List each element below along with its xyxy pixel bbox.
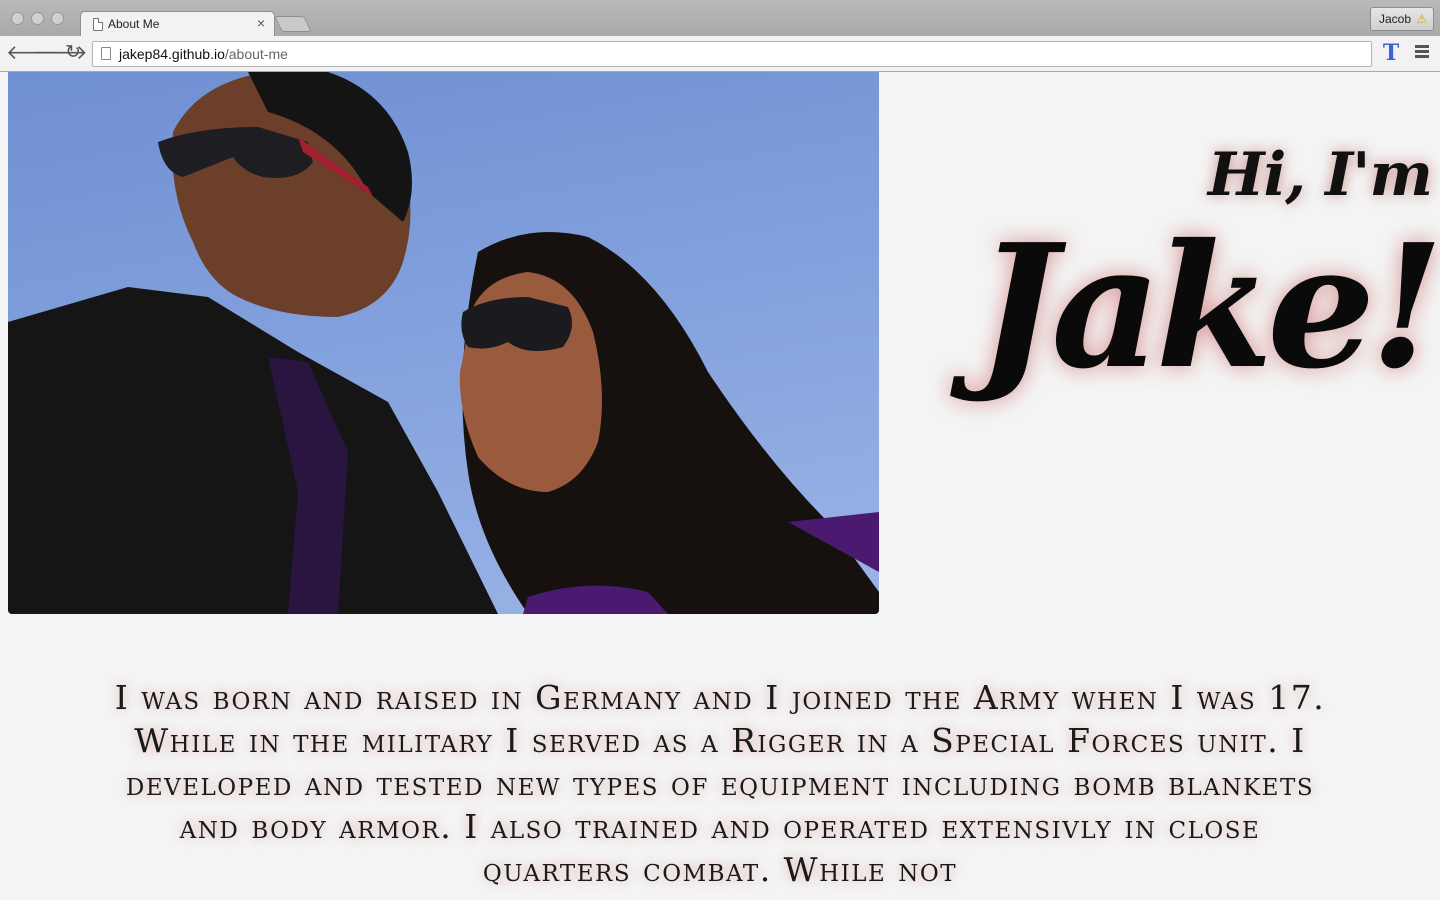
selfie-photo [8, 72, 879, 614]
forward-arrow-icon[interactable]: 🡒 [34, 41, 88, 65]
extension-icon[interactable]: T [1380, 41, 1402, 65]
minimize-window-button[interactable] [31, 12, 44, 25]
bio-paragraph: I was born and raised in Germany and I j… [114, 678, 1326, 889]
reload-icon[interactable]: ↻ [62, 41, 84, 65]
url-path: /about-me [224, 46, 288, 62]
page-content: Hi, I'm Jake! I was born and raised in G… [0, 72, 1440, 900]
tab-close-icon[interactable]: × [257, 15, 265, 31]
zoom-window-button[interactable] [51, 12, 64, 25]
menu-icon[interactable] [1412, 43, 1432, 63]
url-host: jakep84.github.io [119, 46, 225, 62]
profile-button[interactable]: Jacob ⚠ [1370, 7, 1434, 31]
back-arrow-icon[interactable]: 🡐 [6, 41, 60, 65]
tab-strip: About Me × Jacob ⚠ [0, 0, 1440, 37]
tab-about-me[interactable]: About Me × [80, 11, 275, 37]
page-icon [93, 18, 103, 31]
address-bar[interactable]: jakep84.github.io/about-me [92, 41, 1372, 67]
close-window-button[interactable] [11, 12, 24, 25]
profile-name: Jacob [1379, 12, 1412, 26]
browser-toolbar: 🡐 🡒 ↻ jakep84.github.io/about-me T [0, 36, 1440, 72]
greeting-heading: Hi, I'm [1207, 140, 1433, 210]
warning-icon: ⚠ [1416, 12, 1428, 26]
name-heading: Jake! [976, 207, 1440, 407]
tab-title: About Me [108, 17, 160, 31]
new-tab-button[interactable] [274, 16, 312, 32]
photo-illustration [8, 72, 879, 614]
page-info-icon[interactable] [101, 47, 111, 60]
url-text[interactable]: jakep84.github.io/about-me [119, 46, 288, 62]
